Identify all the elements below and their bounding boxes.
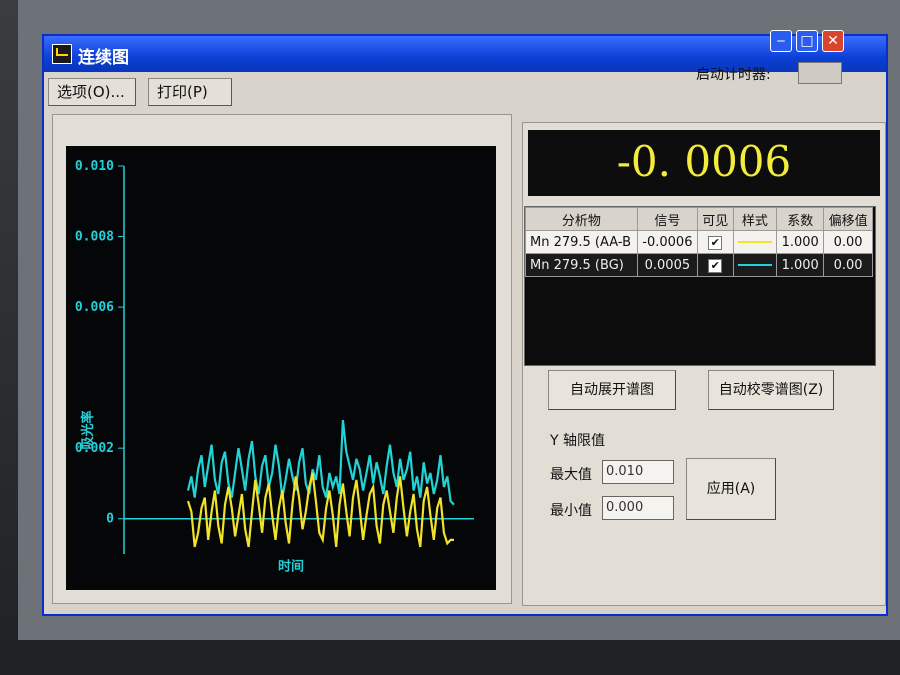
col-factor[interactable]: 系数: [776, 207, 825, 231]
window-title: 连续图: [78, 48, 129, 68]
signal-value: 0.0005: [636, 253, 698, 277]
factor-value[interactable]: 1.000: [776, 230, 825, 254]
offset-value[interactable]: 0.00: [823, 230, 873, 254]
x-axis-label: 时间: [278, 559, 304, 575]
options-button[interactable]: 选项(O)...: [48, 78, 136, 106]
min-value-input[interactable]: 0.000: [602, 496, 674, 520]
apply-button[interactable]: 应用(A): [686, 458, 776, 520]
chart-app-icon: [52, 44, 72, 64]
max-value-label: 最大值: [550, 467, 592, 483]
maximize-icon[interactable]: □: [796, 30, 818, 52]
col-signal[interactable]: 信号: [636, 207, 698, 231]
signal-chart: 0.010 0.008 0.006 0.002 0 吸光率 时间: [66, 146, 496, 590]
analyte-table: 分析物 信号 可见 样式 系数 偏移值 Mn 279.5 (AA-B -0.00…: [524, 206, 876, 366]
y-axis-label: 吸光率: [80, 410, 96, 449]
close-icon[interactable]: ✕: [822, 30, 844, 52]
col-offset[interactable]: 偏移值: [823, 207, 873, 231]
chart-svg: 0.0100.0080.0060.0020吸光率时间: [75, 159, 474, 575]
y-tick-label: 0.008: [75, 230, 114, 245]
max-value-input[interactable]: 0.010: [602, 460, 674, 484]
auto-expand-button[interactable]: 自动展开谱图: [548, 370, 676, 410]
line-style-swatch[interactable]: [737, 264, 772, 266]
offset-value[interactable]: 0.00: [823, 253, 873, 277]
visible-checkbox[interactable]: ✔: [708, 258, 723, 273]
y-tick-label: 0.010: [75, 159, 114, 174]
col-visible[interactable]: 可见: [696, 207, 734, 231]
min-value-label: 最小值: [550, 503, 592, 519]
line-style-swatch[interactable]: [737, 241, 772, 243]
y-tick-label: 0.006: [75, 300, 114, 315]
col-analyte[interactable]: 分析物: [525, 207, 638, 231]
visible-checkbox[interactable]: ✔: [708, 235, 723, 250]
y-limits-title: Y 轴限值: [550, 433, 606, 449]
table-row[interactable]: Mn 279.5 (AA-B -0.0006 ✔ 1.000 0.00: [525, 230, 873, 254]
signal-value: -0.0006: [636, 230, 698, 254]
auto-zero-button[interactable]: 自动校零谱图(Z): [708, 370, 834, 410]
table-header-row: 分析物 信号 可见 样式 系数 偏移值: [525, 207, 873, 231]
signal-readout: -0. 0006: [528, 130, 880, 196]
minimize-icon[interactable]: ‒: [770, 30, 792, 52]
factor-value[interactable]: 1.000: [776, 253, 825, 277]
start-timer-toggle[interactable]: [798, 62, 842, 84]
start-timer-label: 启动计时器:: [696, 67, 771, 83]
print-button[interactable]: 打印(P): [148, 78, 232, 106]
col-style[interactable]: 样式: [732, 207, 778, 231]
y-tick-label: 0: [106, 512, 114, 527]
table-row[interactable]: Mn 279.5 (BG) 0.0005 ✔ 1.000 0.00: [525, 253, 873, 277]
analyte-name: Mn 279.5 (BG): [525, 253, 638, 277]
analyte-name: Mn 279.5 (AA-B: [525, 230, 638, 254]
